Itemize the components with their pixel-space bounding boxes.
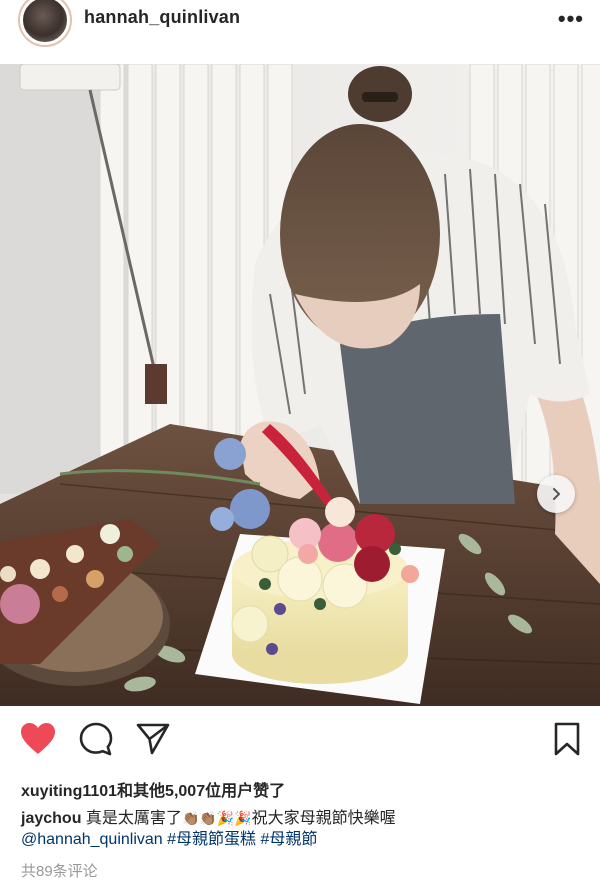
comment-button[interactable] — [79, 722, 113, 761]
more-options-icon[interactable]: ••• — [558, 6, 584, 32]
next-photo-button[interactable] — [537, 475, 575, 513]
like-button[interactable] — [20, 722, 56, 761]
post-actions — [0, 722, 600, 762]
hashtag-link-2[interactable]: #母親節 — [261, 831, 318, 848]
caption-username[interactable]: jaychou — [21, 810, 81, 827]
heart-icon — [21, 723, 55, 754]
comment-icon — [79, 722, 113, 756]
save-button[interactable] — [553, 722, 581, 761]
caption-text: 真是太厲害了 — [85, 810, 182, 827]
mention-link[interactable]: @hannah_quinlivan — [21, 831, 163, 848]
caption-emojis: 👏🏽👏🏽🎉🎉 — [181, 810, 252, 826]
view-comments-link[interactable]: 共89条评论 — [21, 860, 98, 881]
paper-plane-icon — [136, 723, 170, 755]
post-photo[interactable] — [0, 64, 600, 706]
avatar-image — [21, 0, 69, 44]
photo-illustration — [0, 64, 600, 706]
bookmark-icon — [554, 722, 580, 756]
caption: jaychou 真是太厲害了👏🏽👏🏽🎉🎉祝大家母親節快樂喔 @hannah_qu… — [21, 808, 586, 850]
hashtag-link-1[interactable]: #母親節蛋糕 — [167, 831, 256, 848]
post-header: hannah_quinlivan ••• — [0, 0, 600, 58]
avatar[interactable] — [18, 0, 72, 47]
chevron-right-icon — [553, 488, 560, 500]
share-button[interactable] — [136, 722, 170, 761]
caption-text-2: 祝大家母親節快樂喔 — [251, 810, 396, 827]
likes-count[interactable]: xuyiting1101和其他5,007位用户赞了 — [21, 777, 285, 801]
username[interactable]: hannah_quinlivan — [84, 7, 240, 28]
